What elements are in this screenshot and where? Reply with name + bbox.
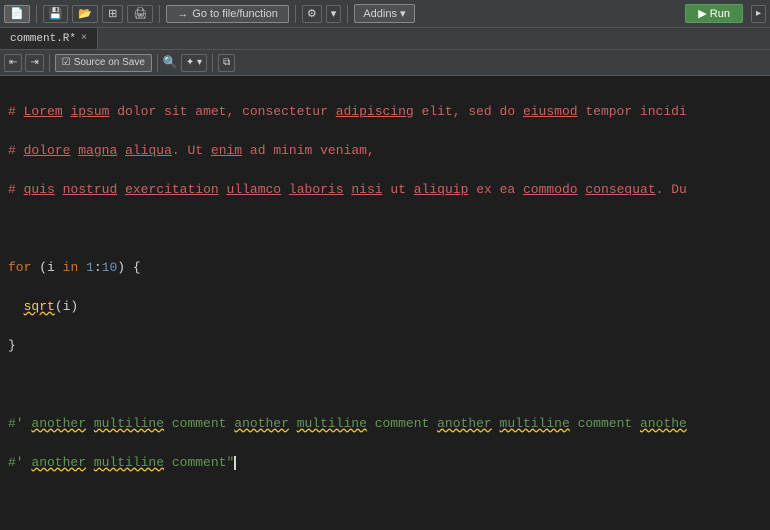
comment-hash-3: # [8, 182, 24, 197]
new-file-button[interactable]: 📄 [4, 5, 30, 23]
checkbox-icon: ☑ [62, 57, 71, 68]
separator-1 [36, 5, 37, 23]
empty-line-1 [8, 219, 762, 239]
brace-close: } [8, 338, 16, 353]
source-on-save-button[interactable]: ☑ Source on Save [55, 54, 152, 72]
run-button[interactable]: ▶ Run [685, 4, 743, 23]
code-line-5: for (i in 1:10) { [8, 258, 762, 278]
print-button[interactable]: 🖨 [127, 5, 153, 23]
go-to-button[interactable]: → Go to file/function [166, 5, 289, 23]
code-line-2: # dolore magna aliqua. Ut enim ad minim … [8, 141, 762, 161]
comment-rest-1: ipsum dolor sit amet, consectetur adipis… [63, 104, 687, 119]
comment-hash-1: # [8, 104, 24, 119]
secondary-toolbar: ⇤ ⇥ ☑ Source on Save 🔍 ✦ ▾ ⧉ [0, 50, 770, 76]
addins-button[interactable]: Addins ▾ [354, 4, 414, 23]
grid-button[interactable]: ⊞ [102, 5, 123, 23]
var-i: i [47, 260, 55, 275]
tab-bar: comment.R* × [0, 28, 770, 50]
for-keyword: for [8, 260, 31, 275]
range [78, 260, 86, 275]
text-cursor [234, 456, 236, 470]
code-editor[interactable]: # Lorem ipsum dolor sit amet, consectetu… [0, 76, 770, 530]
tab-filename: comment.R* [10, 33, 76, 45]
in-keyword [55, 260, 63, 275]
in-word: in [63, 260, 79, 275]
paren-open: ( [31, 260, 47, 275]
lorem-word: Lorem [24, 104, 63, 119]
num-1: 1 [86, 260, 94, 275]
comment-hash-2: # [8, 143, 24, 158]
arrow-icon: → [177, 8, 188, 20]
sqrt-func: sqrt [24, 299, 55, 314]
copy-button[interactable]: ⧉ [218, 54, 235, 72]
colon: : [94, 260, 102, 275]
multiline-comment-1: #' another multiline comment another mul… [8, 416, 687, 431]
source-save-label: Source on Save [74, 57, 145, 68]
indent-button[interactable]: ⇤ [4, 54, 22, 72]
code-line-9: #' another multiline comment another mul… [8, 414, 762, 434]
separator-2 [159, 5, 160, 23]
indent-spaces [8, 299, 24, 314]
more-options-button[interactable]: ▸ [751, 5, 766, 23]
separator-4 [347, 5, 348, 23]
run-tools-button[interactable]: ⚙ [302, 5, 322, 23]
sep-7 [212, 54, 213, 72]
code-line-6: sqrt(i) [8, 297, 762, 317]
sep-5 [49, 54, 50, 72]
comment-quis: quis nostrud exercitation ullamco labori… [24, 182, 687, 197]
save-icon-button[interactable]: 💾 [43, 5, 69, 23]
dropdown-arrow[interactable]: ▾ [326, 5, 342, 23]
go-to-label: Go to file/function [192, 8, 278, 20]
sep-6 [157, 54, 158, 72]
tab-close-button[interactable]: × [81, 33, 87, 44]
top-toolbar: 📄 💾 📂 ⊞ 🖨 → Go to file/function ⚙ ▾ Addi… [0, 0, 770, 28]
code-line-7: } [8, 336, 762, 356]
empty-line-2 [8, 375, 762, 395]
brace-open: ) { [117, 260, 140, 275]
outdent-button[interactable]: ⇥ [25, 54, 43, 72]
num-10: 10 [102, 260, 118, 275]
separator-3 [295, 5, 296, 23]
code-line-10: #' another multiline comment" [8, 453, 762, 473]
comment-dolore: dolore magna aliqua. Ut enim ad minim ve… [24, 143, 375, 158]
file-tab[interactable]: comment.R* × [0, 28, 98, 49]
code-line-3: # quis nostrud exercitation ullamco labo… [8, 180, 762, 200]
search-options-button[interactable]: ✦ ▾ [181, 54, 207, 72]
search-icon: 🔍 [163, 55, 178, 70]
code-line-1: # Lorem ipsum dolor sit amet, consectetu… [8, 102, 762, 122]
paren-i: (i) [55, 299, 78, 314]
open-button[interactable]: 📂 [72, 5, 98, 23]
multiline-comment-2: #' another multiline comment" [8, 455, 234, 470]
